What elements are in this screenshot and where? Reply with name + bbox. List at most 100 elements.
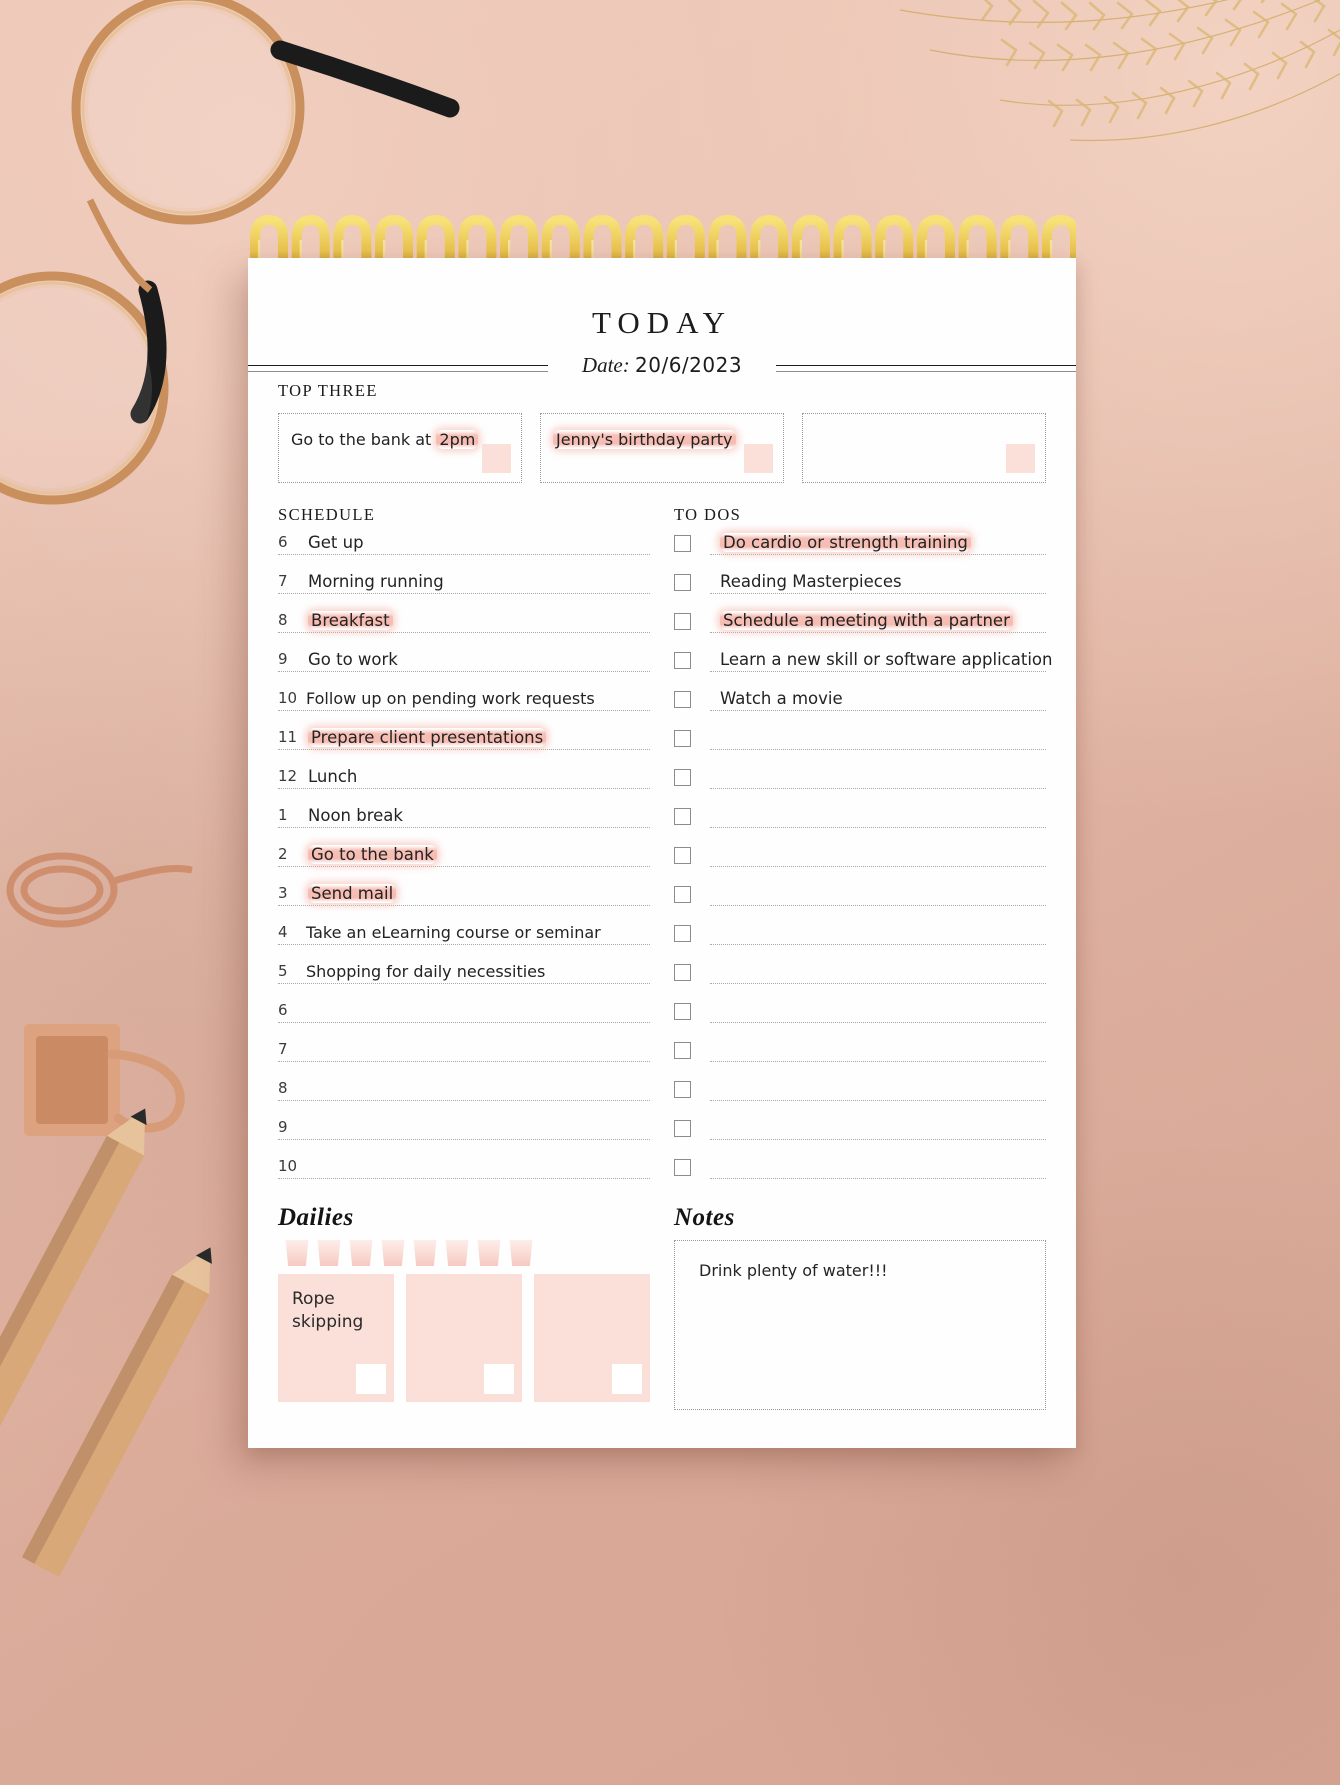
todo-checkbox[interactable] — [674, 652, 691, 669]
todo-row[interactable]: Schedule a meeting with a partner — [674, 603, 1046, 642]
todo-row[interactable]: Do cardio or strength training — [674, 525, 1046, 564]
schedule-row-line — [278, 671, 650, 672]
daily-habit-checkbox[interactable] — [356, 1364, 386, 1394]
schedule-row[interactable]: 7 Morning running — [278, 564, 650, 603]
todo-row[interactable] — [674, 876, 1046, 915]
water-glasses-tracker[interactable] — [284, 1240, 650, 1266]
todo-row[interactable] — [674, 798, 1046, 837]
daily-habit-checkbox[interactable] — [484, 1364, 514, 1394]
schedule-row[interactable]: 8 Breakfast — [278, 603, 650, 642]
date-row: Date: 20/6/2023 — [248, 353, 1076, 381]
schedule-row-hour: 4 — [278, 923, 288, 941]
schedule-row[interactable]: 9 Go to work — [278, 642, 650, 681]
todo-checkbox[interactable] — [674, 535, 691, 552]
top-three-item-text: Go to the bank at 2pm — [291, 430, 479, 449]
schedule-row-hour: 8 — [278, 1079, 288, 1097]
todo-checkbox[interactable] — [674, 1159, 691, 1176]
schedule-row-line — [278, 1022, 650, 1023]
todo-checkbox[interactable] — [674, 847, 691, 864]
top-three-checkbox[interactable] — [744, 444, 773, 473]
todo-row[interactable]: Watch a movie — [674, 681, 1046, 720]
todo-row-line — [710, 983, 1046, 984]
schedule-row-hour: 2 — [278, 845, 288, 863]
schedule-row-line — [278, 593, 650, 594]
todo-checkbox[interactable] — [674, 730, 691, 747]
schedule-row[interactable]: 8 — [278, 1071, 650, 1110]
schedule-row[interactable]: 3 Send mail — [278, 876, 650, 915]
water-glass-icon[interactable] — [285, 1240, 309, 1266]
date-value[interactable]: 20/6/2023 — [635, 353, 742, 377]
todo-checkbox[interactable] — [674, 769, 691, 786]
todo-row-line — [710, 905, 1046, 906]
daily-habit-box[interactable] — [406, 1274, 522, 1402]
todo-row[interactable] — [674, 1149, 1046, 1188]
todo-checkbox[interactable] — [674, 574, 691, 591]
schedule-row[interactable]: 9 — [278, 1110, 650, 1149]
schedule-row-text: Shopping for daily necessities — [306, 962, 546, 981]
schedule-row[interactable]: 6 — [278, 993, 650, 1032]
todo-row-text: Do cardio or strength training — [720, 533, 971, 552]
todo-checkbox[interactable] — [674, 925, 691, 942]
todo-checkbox[interactable] — [674, 1081, 691, 1098]
daily-habit-checkbox[interactable] — [612, 1364, 642, 1394]
water-glass-icon[interactable] — [509, 1240, 533, 1266]
todo-row[interactable] — [674, 1110, 1046, 1149]
water-glass-icon[interactable] — [477, 1240, 501, 1266]
todo-row[interactable]: Reading Masterpieces — [674, 564, 1046, 603]
todo-checkbox[interactable] — [674, 1003, 691, 1020]
schedule-row-line — [278, 788, 650, 789]
daily-habit-box[interactable]: Rope skipping — [278, 1274, 394, 1402]
water-glass-icon[interactable] — [349, 1240, 373, 1266]
todo-row[interactable] — [674, 915, 1046, 954]
daily-habit-label: Rope skipping — [292, 1289, 364, 1332]
todo-checkbox[interactable] — [674, 808, 691, 825]
schedule-row[interactable]: 7 — [278, 1032, 650, 1071]
todo-row[interactable]: Learn a new skill or software applicatio… — [674, 642, 1052, 681]
schedule-row[interactable]: 4 Take an eLearning course or seminar — [278, 915, 650, 954]
todo-row[interactable] — [674, 759, 1046, 798]
todo-row-line — [710, 788, 1046, 789]
schedule-row[interactable]: 5 Shopping for daily necessities — [278, 954, 650, 993]
schedule-row[interactable]: 11 Prepare client presentations — [278, 720, 650, 759]
todo-row[interactable] — [674, 1032, 1046, 1071]
water-glass-icon[interactable] — [445, 1240, 469, 1266]
top-three-item[interactable] — [802, 413, 1046, 483]
water-glass-icon[interactable] — [413, 1240, 437, 1266]
top-three-checkbox[interactable] — [482, 444, 511, 473]
todo-checkbox[interactable] — [674, 886, 691, 903]
schedule-row-hour: 10 — [278, 1157, 298, 1175]
schedule-row[interactable]: 12 Lunch — [278, 759, 650, 798]
todo-row[interactable] — [674, 837, 1046, 876]
todo-row[interactable] — [674, 720, 1046, 759]
daily-habit-box[interactable] — [534, 1274, 650, 1402]
todo-checkbox[interactable] — [674, 613, 691, 630]
schedule-row-hour: 3 — [278, 884, 288, 902]
todos-column: TO DOS Do cardio or strength training Re… — [674, 505, 1052, 1188]
schedule-row[interactable]: 10 — [278, 1149, 650, 1188]
notes-box[interactable]: Drink plenty of water!!! — [674, 1240, 1046, 1410]
top-three-checkbox[interactable] — [1006, 444, 1035, 473]
todo-row[interactable] — [674, 993, 1046, 1032]
todo-row[interactable] — [674, 954, 1046, 993]
todo-row[interactable] — [674, 1071, 1046, 1110]
top-three-item[interactable]: Jenny's birthday party — [540, 413, 784, 483]
todo-checkbox[interactable] — [674, 691, 691, 708]
todo-checkbox[interactable] — [674, 1042, 691, 1059]
schedule-row[interactable]: 10 Follow up on pending work requests — [278, 681, 650, 720]
schedule-row[interactable]: 2 Go to the bank — [278, 837, 650, 876]
page-title: TODAY — [591, 305, 733, 340]
todo-row-text: Reading Masterpieces — [720, 572, 902, 591]
top-three-item[interactable]: Go to the bank at 2pm — [278, 413, 522, 483]
schedule-row[interactable]: 1 Noon break — [278, 798, 650, 837]
schedule-row-line — [278, 944, 650, 945]
schedule-row[interactable]: 6 Get up — [278, 525, 650, 564]
todo-checkbox[interactable] — [674, 964, 691, 981]
schedule-row-hour: 10 — [278, 689, 298, 707]
water-glass-icon[interactable] — [317, 1240, 341, 1266]
todo-checkbox[interactable] — [674, 1120, 691, 1137]
water-glass-icon[interactable] — [381, 1240, 405, 1266]
schedule-row-hour: 8 — [278, 611, 288, 629]
planner-page: TODAY Date: 20/6/2023 TOP THREE Go to th… — [248, 258, 1076, 1448]
dailies-section: Dailies Rope skipping — [278, 1204, 650, 1410]
todos-heading: TO DOS — [674, 505, 742, 524]
